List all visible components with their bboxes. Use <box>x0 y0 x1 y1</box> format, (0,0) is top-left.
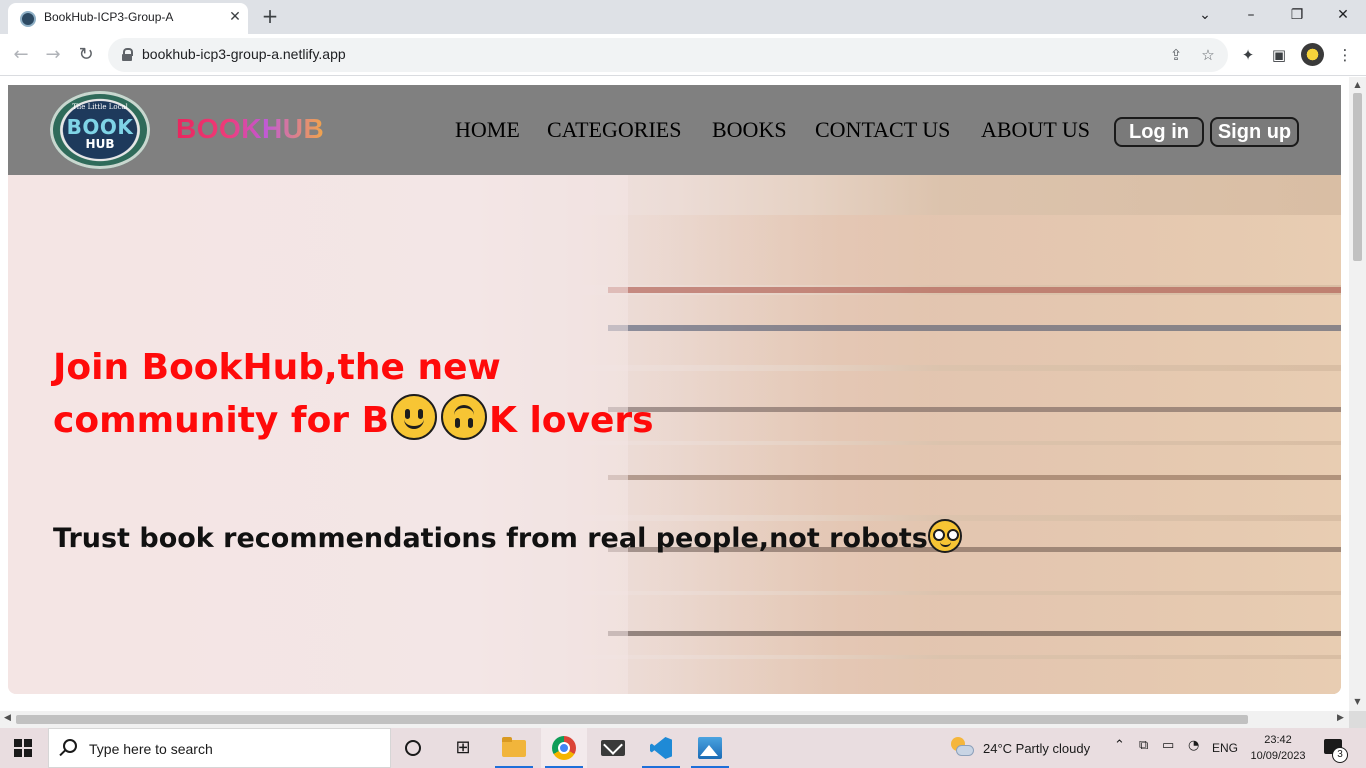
windows-start-icon[interactable] <box>14 739 32 757</box>
search-icon <box>63 739 77 753</box>
kebab-menu-icon[interactable]: ⋮ <box>1334 44 1356 66</box>
scrollbar-corner <box>1349 711 1366 728</box>
address-bar[interactable]: bookhub-icp3-group-a.netlify.app ⇪ ☆ <box>108 38 1228 72</box>
search-placeholder[interactable]: Type here to search <box>89 741 213 757</box>
nav-books[interactable]: BOOKS <box>712 117 787 143</box>
file-explorer-icon[interactable] <box>491 728 537 768</box>
hero-line2: community for B K lovers <box>53 394 753 447</box>
forward-arrow-icon[interactable]: → <box>41 43 65 67</box>
lock-icon[interactable] <box>122 48 133 61</box>
minimize-button[interactable]: – <box>1236 4 1266 26</box>
vertical-scrollbar[interactable]: ▲ ▼ <box>1349 77 1366 711</box>
nav-about-us[interactable]: ABOUT US <box>981 117 1090 143</box>
upside-down-face-icon <box>441 394 488 440</box>
brand-name: BOOKHUB <box>176 113 325 144</box>
language-indicator[interactable]: ENG <box>1212 741 1238 755</box>
nav-home[interactable]: HOME <box>455 117 520 143</box>
hero-headline: Join BookHub,the new community for B K lo… <box>53 341 753 447</box>
browser-toolbar: ← → ↻ bookhub-icp3-group-a.netlify.app ⇪… <box>0 34 1366 76</box>
side-panel-icon[interactable]: ▣ <box>1268 44 1290 66</box>
task-view-icon[interactable]: ⊞ <box>440 728 486 768</box>
url-text[interactable]: bookhub-icp3-group-a.netlify.app <box>142 46 346 62</box>
weather-text[interactable]: 24°C Partly cloudy <box>983 741 1090 756</box>
chrome-icon[interactable] <box>541 728 587 768</box>
close-tab-icon[interactable]: ✕ <box>225 7 245 27</box>
clock-date: 10/09/2023 <box>1250 750 1306 762</box>
hero-line1: Join BookHub,the new <box>53 347 501 388</box>
scroll-down-arrow-icon[interactable]: ▼ <box>1353 697 1362 706</box>
profile-avatar[interactable] <box>1301 43 1324 66</box>
reload-icon[interactable]: ↻ <box>74 43 98 67</box>
hero-subline-text: Trust book recommendations from real peo… <box>53 523 928 554</box>
hero-line2-prefix: community for B <box>53 400 390 441</box>
scroll-left-arrow-icon[interactable]: ◀ <box>4 713 11 723</box>
book-pages <box>568 215 1341 694</box>
close-window-button[interactable]: ✕ <box>1328 4 1358 26</box>
cortana-icon[interactable] <box>393 728 439 768</box>
star-icon[interactable]: ☆ <box>1198 45 1218 65</box>
hero-banner: Join BookHub,the new community for B K lo… <box>8 175 1341 694</box>
tab-search-icon[interactable]: ⌄ <box>1190 4 1220 26</box>
nav-categories[interactable]: CATEGORIES <box>547 117 681 143</box>
signup-button[interactable]: Sign up <box>1210 117 1299 147</box>
photos-icon[interactable] <box>687 728 733 768</box>
nerd-face-icon <box>927 519 962 553</box>
logo-book-text: BOOK <box>66 115 134 139</box>
logo-arc-text: The Little Local <box>72 103 128 111</box>
network-icon[interactable]: ⧉ <box>1139 738 1148 753</box>
show-hidden-icons-chevron-icon[interactable]: ⌃ <box>1114 738 1125 753</box>
scroll-up-arrow-icon[interactable]: ▲ <box>1353 80 1362 89</box>
browser-tab[interactable]: BookHub-ICP3-Group-A ✕ <box>8 3 248 34</box>
hero-subline: Trust book recommendations from real peo… <box>53 519 962 554</box>
taskbar-search-box[interactable]: Type here to search <box>48 728 391 768</box>
horizontal-scrollbar[interactable]: ◀ ▶ <box>0 711 1349 728</box>
login-button[interactable]: Log in <box>1114 117 1204 147</box>
site-header: The Little Local BOOK HUB BOOKHUB HOME C… <box>8 85 1341 175</box>
clock[interactable]: 23:42 10/09/2023 <box>1246 732 1310 764</box>
clock-time: 23:42 <box>1264 734 1292 746</box>
nav-contact-us[interactable]: CONTACT US <box>815 117 950 143</box>
vertical-scroll-thumb[interactable] <box>1353 93 1362 261</box>
slightly-smiling-face-icon <box>391 394 438 440</box>
restore-button[interactable]: ❐ <box>1282 4 1312 26</box>
partly-cloudy-icon[interactable] <box>951 737 975 759</box>
mail-icon[interactable] <box>590 728 636 768</box>
hero-line2-suffix: K lovers <box>489 400 654 441</box>
back-arrow-icon[interactable]: ← <box>9 43 33 67</box>
scroll-right-arrow-icon[interactable]: ▶ <box>1337 713 1344 723</box>
taskbar: Type here to search ⊞ 24°C Partly cloudy… <box>0 728 1366 768</box>
site-logo[interactable]: The Little Local BOOK HUB <box>50 91 150 169</box>
tab-title: BookHub-ICP3-Group-A <box>44 10 174 24</box>
wifi-icon[interactable]: ◔ <box>1188 738 1199 753</box>
new-tab-button[interactable]: + <box>258 5 282 29</box>
vscode-icon[interactable] <box>638 728 684 768</box>
battery-icon[interactable]: ▭ <box>1162 738 1174 753</box>
favicon-icon <box>20 11 36 27</box>
horizontal-scroll-thumb[interactable] <box>16 715 1248 724</box>
notification-count-badge: 3 <box>1332 747 1348 763</box>
extensions-icon[interactable]: ✦ <box>1237 44 1259 66</box>
share-icon[interactable]: ⇪ <box>1166 45 1186 65</box>
tab-strip: BookHub-ICP3-Group-A ✕ + ⌄ – ❐ ✕ <box>0 0 1366 34</box>
logo-hub-text: HUB <box>85 137 115 151</box>
page-viewport: The Little Local BOOK HUB BOOKHUB HOME C… <box>0 77 1349 711</box>
